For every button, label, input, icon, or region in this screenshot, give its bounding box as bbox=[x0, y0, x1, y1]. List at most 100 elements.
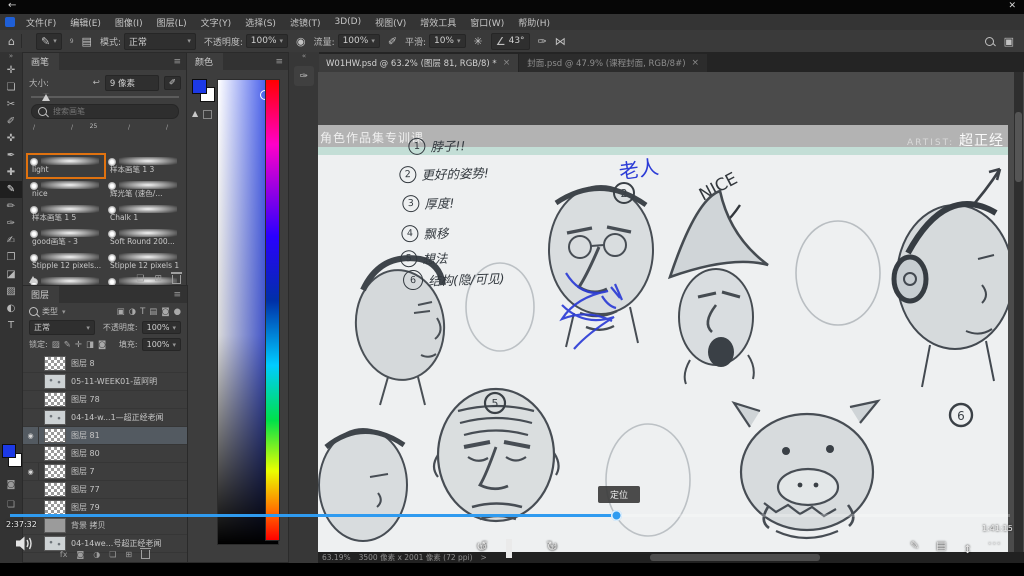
dodge-tool[interactable]: ◐ bbox=[0, 300, 22, 317]
eye-icon[interactable]: ◉ bbox=[23, 427, 39, 444]
marquee-tool[interactable]: ❏ bbox=[0, 79, 22, 96]
filter-smart-icon[interactable]: ◙ bbox=[161, 307, 169, 317]
new-layer-icon[interactable]: ⊞ bbox=[125, 550, 132, 559]
brush-item[interactable]: nice bbox=[27, 178, 105, 202]
flow-select[interactable]: 100% ▾ bbox=[338, 34, 380, 48]
filter-toggle-icon[interactable]: ● bbox=[174, 307, 181, 317]
layer-thumbnail[interactable] bbox=[44, 446, 66, 461]
move-tool[interactable]: ✛ bbox=[0, 62, 22, 79]
brush-item[interactable]: Stipple 12 pixels... bbox=[27, 250, 105, 274]
brush-preset[interactable] bbox=[141, 124, 160, 150]
pressure-size-icon[interactable]: ✑ bbox=[538, 35, 547, 48]
filter-type-icon[interactable]: T bbox=[140, 307, 145, 317]
layer-thumbnail[interactable] bbox=[44, 374, 66, 389]
history-brush-tool[interactable]: ✍ bbox=[0, 232, 22, 249]
brush-item[interactable]: 样本画笔 1 5 bbox=[27, 202, 105, 226]
layer-row[interactable]: ◉04-14-w...1—超正经老闻 bbox=[23, 409, 187, 427]
crop-tool[interactable]: ✜ bbox=[0, 130, 22, 147]
layer-thumbnail[interactable] bbox=[44, 464, 66, 479]
volume-icon[interactable] bbox=[16, 536, 34, 555]
healing-tool[interactable]: ✚ bbox=[0, 164, 22, 181]
brush-preset[interactable]: / bbox=[27, 124, 46, 150]
brush-preset[interactable]: / bbox=[122, 124, 141, 150]
filter-shape-icon[interactable]: ▤ bbox=[149, 307, 157, 317]
lock-pixels-icon[interactable]: ✎ bbox=[64, 340, 71, 350]
layer-row[interactable]: ◉图层 7 bbox=[23, 463, 187, 481]
brush-search[interactable] bbox=[31, 104, 179, 119]
gamut-color-chip[interactable] bbox=[203, 110, 212, 119]
brush-item[interactable]: 样本画笔 1 3 bbox=[105, 154, 183, 178]
eraser-tool[interactable]: ◪ bbox=[0, 266, 22, 283]
menu-select[interactable]: 选择(S) bbox=[238, 16, 283, 29]
slider-thumb[interactable] bbox=[29, 276, 37, 283]
layer-thumbnail[interactable] bbox=[44, 410, 66, 425]
brush-size-slider[interactable] bbox=[31, 96, 179, 98]
reset-icon[interactable]: ↩ bbox=[93, 78, 100, 88]
screen-mode-icon[interactable]: ❏ bbox=[0, 500, 22, 510]
artwork-page[interactable]: 2 老人 NICE bbox=[318, 155, 1008, 552]
layer-row[interactable]: ◉图层 77 bbox=[23, 481, 187, 499]
brushes-tab[interactable]: 画笔 bbox=[23, 53, 59, 70]
brush-item[interactable]: Chalk 1 bbox=[105, 202, 183, 226]
brush-item[interactable]: light bbox=[27, 154, 105, 178]
scrollbar-thumb[interactable] bbox=[1015, 112, 1022, 182]
more-options-icon[interactable]: ··· bbox=[988, 537, 1002, 550]
gradient-tool[interactable]: ▨ bbox=[0, 283, 22, 300]
layer-opacity-select[interactable]: 100% ▾ bbox=[142, 321, 181, 334]
brush-item[interactable]: good画笔 - 3 bbox=[27, 226, 105, 250]
layer-thumbnail[interactable] bbox=[44, 518, 66, 533]
menu-view[interactable]: 视图(V) bbox=[368, 16, 413, 29]
panel-menu-icon[interactable]: ≡ bbox=[173, 290, 181, 300]
canvas-area[interactable]: 角色作品集专训课 ARTIST: 超正经 bbox=[318, 72, 1024, 552]
pencil-tool[interactable]: ✏ bbox=[0, 198, 22, 215]
search-icon[interactable] bbox=[985, 37, 994, 46]
menu-image[interactable]: 图像(I) bbox=[108, 16, 150, 29]
filter-kind-select[interactable]: 类型 bbox=[42, 306, 58, 317]
lock-transparency-icon[interactable]: ▨ bbox=[52, 340, 60, 350]
layer-thumbnail[interactable] bbox=[44, 500, 66, 515]
menu-help[interactable]: 帮助(H) bbox=[511, 16, 557, 29]
brush-size-field[interactable]: 9 像素 bbox=[105, 75, 159, 91]
forward-30-button[interactable]: ↻ 30 bbox=[546, 539, 558, 555]
brush-item[interactable]: 辉光笔 (速色/... bbox=[105, 178, 183, 202]
subtitle-icon[interactable]: ▤ bbox=[936, 539, 946, 552]
layer-row-selected[interactable]: ◉图层 81 bbox=[23, 427, 187, 445]
hue-slider[interactable] bbox=[265, 79, 280, 541]
panel-menu-icon[interactable]: ≡ bbox=[275, 57, 283, 67]
pause-button[interactable] bbox=[506, 539, 512, 558]
brush-angle-field[interactable]: ∠ 43° bbox=[491, 33, 530, 50]
menu-3d[interactable]: 3D(D) bbox=[327, 17, 368, 27]
layer-thumbnail[interactable] bbox=[44, 356, 66, 371]
filter-pixel-icon[interactable]: ▣ bbox=[117, 307, 125, 317]
type-tool[interactable]: T bbox=[0, 317, 22, 334]
collapse-icon[interactable]: » bbox=[0, 52, 22, 62]
brush-search-input[interactable] bbox=[51, 106, 155, 117]
folder-icon[interactable]: ❏ bbox=[136, 274, 144, 284]
home-icon[interactable]: ⌂ bbox=[8, 35, 15, 48]
lock-artboard-icon[interactable]: ◨ bbox=[86, 340, 94, 350]
document-tab-inactive[interactable]: 封面.psd @ 47.9% (课程封面, RGB/8#) × bbox=[519, 54, 707, 72]
adjustment-layer-icon[interactable]: ◑ bbox=[93, 550, 100, 559]
layers-tab[interactable]: 图层 bbox=[23, 286, 59, 303]
stamp-tool[interactable]: ❐ bbox=[0, 249, 22, 266]
layer-thumbnail[interactable] bbox=[44, 428, 66, 443]
menu-plugins[interactable]: 增效工具 bbox=[413, 16, 463, 29]
brush-tool[interactable]: ✎ bbox=[0, 181, 22, 198]
brush-item[interactable]: Stipple 12 pixels 1 bbox=[105, 250, 183, 274]
brush-settings-panel-icon[interactable]: ✑ bbox=[294, 66, 314, 86]
layer-blend-mode-select[interactable]: 正常 ▾ bbox=[29, 320, 95, 335]
new-brush-icon[interactable]: ⊞ bbox=[154, 274, 162, 284]
gamut-warning-icon[interactable]: ▲ bbox=[192, 109, 198, 118]
layer-row[interactable]: ◉图层 78 bbox=[23, 391, 187, 409]
smoothing-select[interactable]: 10% ▾ bbox=[429, 34, 466, 48]
collapse-icon[interactable]: « bbox=[289, 52, 319, 62]
menu-layer[interactable]: 图层(L) bbox=[150, 16, 194, 29]
vertical-scrollbar[interactable] bbox=[1014, 72, 1023, 552]
trash-icon[interactable] bbox=[172, 275, 181, 284]
delete-layer-icon[interactable] bbox=[141, 550, 150, 559]
quick-mask-icon[interactable]: ◙ bbox=[0, 480, 22, 490]
horizontal-scrollbar-thumb[interactable] bbox=[650, 554, 820, 561]
opacity-select[interactable]: 100% ▾ bbox=[246, 34, 288, 48]
zoom-level[interactable]: 63.19% bbox=[322, 553, 351, 562]
lock-all-icon[interactable]: ◙ bbox=[98, 340, 106, 350]
